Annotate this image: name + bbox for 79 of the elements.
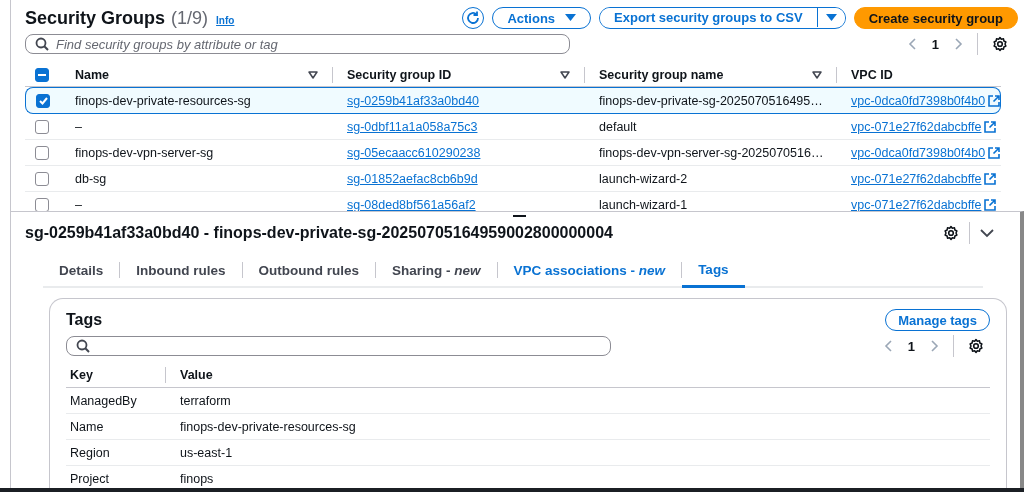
external-link-icon[interactable]	[984, 172, 997, 185]
select-all-checkbox[interactable]	[35, 68, 49, 82]
info-link[interactable]: Info	[216, 14, 235, 26]
tag-value: terraform	[180, 393, 231, 408]
row-checkbox[interactable]	[36, 93, 50, 108]
table-cell: –	[75, 119, 82, 134]
external-link-icon[interactable]	[988, 94, 1001, 107]
table-cell: default	[599, 119, 637, 134]
external-link-icon[interactable]	[984, 120, 997, 133]
manage-tags-button[interactable]: Manage tags	[885, 309, 990, 331]
page-title: Security Groups	[25, 7, 166, 29]
tab[interactable]: Tags	[682, 254, 745, 288]
sort-icon[interactable]	[560, 71, 570, 79]
column-header[interactable]: Name	[61, 68, 308, 82]
settings-icon[interactable]	[968, 338, 984, 354]
detail-title: sg-0259b41af33a0bd40 - finops-dev-private-sg-20250705164959002800000004	[25, 224, 614, 242]
next-page-icon[interactable]	[953, 37, 963, 51]
table-cell: finops-dev-private-sg-2025070516495…	[599, 93, 823, 108]
row-checkbox[interactable]	[35, 119, 49, 134]
table-cell: finops-dev-vpn-server-sg	[75, 145, 214, 160]
column-header[interactable]: Security group ID	[333, 68, 560, 82]
page-number[interactable]: 1	[931, 36, 939, 52]
tag-value: us-east-1	[180, 445, 233, 460]
previous-page-icon[interactable]	[907, 37, 918, 51]
vpc-id-link[interactable]: vpc-071e27f62dabcbffe	[851, 171, 982, 186]
selection-count: (1/9)	[171, 7, 209, 29]
sort-icon[interactable]	[308, 71, 318, 79]
table-cell: launch-wizard-1	[599, 197, 688, 211]
refresh-icon	[466, 11, 481, 25]
group-id-link[interactable]: sg-05ecaacc610290238	[347, 145, 481, 160]
row-checkbox[interactable]	[35, 171, 49, 186]
search-icon	[35, 37, 49, 51]
group-id-link[interactable]: sg-08ded8bf561a56af2	[347, 197, 476, 211]
group-id-link[interactable]: sg-01852aefac8cb6b9d	[347, 171, 478, 186]
search-field[interactable]	[66, 336, 611, 356]
tag-value: finops-dev-private-resources-sg	[180, 419, 356, 434]
settings-icon[interactable]	[943, 225, 959, 241]
tag-key: Project	[70, 471, 109, 486]
panel-title: Tags	[66, 311, 103, 329]
external-link-icon[interactable]	[984, 198, 997, 211]
tag-key: ManagedBy	[70, 393, 137, 408]
sort-icon[interactable]	[812, 71, 822, 79]
tag-value: finops	[180, 471, 214, 486]
column-header[interactable]: Security group name	[585, 68, 812, 82]
page-number[interactable]: 1	[907, 338, 915, 354]
column-header[interactable]: VPC ID	[837, 68, 1001, 82]
row-checkbox[interactable]	[35, 197, 49, 211]
tab[interactable]: Details	[43, 254, 120, 286]
table-cell: –	[75, 197, 82, 211]
column-header: Key	[70, 368, 93, 382]
column-header: Value	[180, 368, 213, 382]
tab[interactable]: Sharing - new	[376, 254, 497, 286]
row-checkbox[interactable]	[35, 145, 49, 160]
previous-page-icon[interactable]	[883, 339, 894, 353]
tab[interactable]: VPC associations - new	[497, 254, 682, 286]
next-page-icon[interactable]	[929, 339, 939, 353]
group-id-link[interactable]: sg-0dbf11a1a058a75c3	[347, 119, 478, 134]
table-cell: finops-dev-vpn-server-sg-2025070516…	[599, 145, 824, 160]
external-link-icon[interactable]	[988, 146, 1001, 159]
search-field[interactable]: Find security groups by attribute or tag	[25, 34, 570, 54]
vpc-id-link[interactable]: vpc-071e27f62dabcbffe	[851, 119, 982, 134]
table-cell: finops-dev-private-resources-sg	[75, 93, 251, 108]
refresh-button[interactable]	[462, 7, 485, 29]
caret-down-icon	[565, 14, 577, 22]
settings-icon[interactable]	[992, 36, 1008, 52]
export-menu-button[interactable]	[816, 8, 845, 27]
collapse-icon[interactable]	[980, 228, 994, 238]
table-cell: db-sg	[75, 171, 107, 186]
search-icon	[76, 339, 90, 353]
actions-button[interactable]: Actions	[492, 7, 592, 29]
caret-down-icon	[825, 13, 837, 22]
table-cell: launch-wizard-2	[599, 171, 688, 186]
tag-key: Region	[70, 445, 110, 460]
tab[interactable]: Inbound rules	[120, 254, 242, 286]
vpc-id-link[interactable]: vpc-071e27f62dabcbffe	[851, 197, 982, 211]
tag-key: Name	[70, 419, 104, 434]
vpc-id-link[interactable]: vpc-0dca0fd7398b0f4b0	[851, 145, 986, 160]
tab[interactable]: Outbound rules	[242, 254, 376, 286]
create-button[interactable]: Create security group	[853, 7, 1018, 29]
